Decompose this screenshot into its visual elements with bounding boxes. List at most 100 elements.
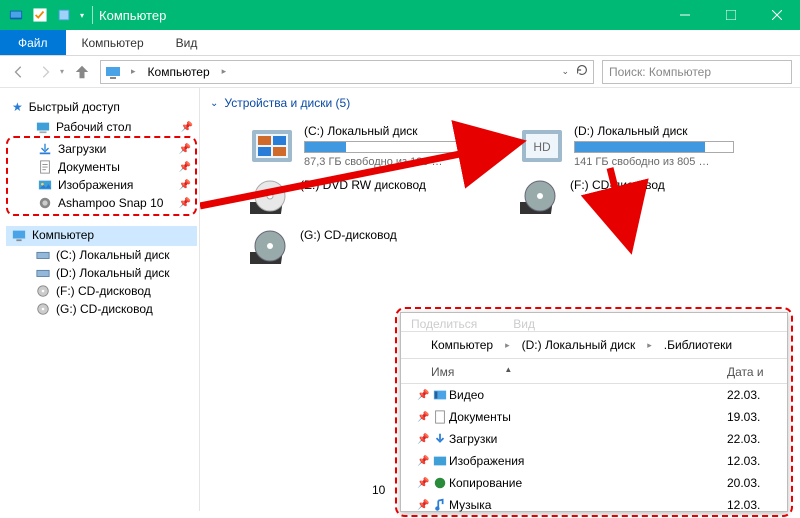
maximize-button[interactable]: [708, 0, 754, 30]
sidebar-item-label: Рабочий стол: [56, 120, 131, 134]
address-dropdown-icon[interactable]: ⌄: [561, 66, 569, 77]
capacity-bar: [574, 141, 734, 153]
pin-icon: 📌: [417, 434, 431, 445]
back-button[interactable]: [8, 61, 30, 83]
minimize-button[interactable]: [662, 0, 708, 30]
sidebar-item-label: (C:) Локальный диск: [56, 248, 170, 262]
qat-checkbox-icon[interactable]: [32, 7, 48, 23]
inset-window: Поделиться Вид Компьютер ▸ (D:) Локальны…: [400, 312, 788, 512]
breadcrumb-part[interactable]: Компьютер: [431, 338, 493, 352]
section-header[interactable]: ⌄ Устройства и диски (5): [208, 96, 800, 110]
disc-icon: [36, 302, 50, 316]
pin-icon: 📌: [181, 122, 193, 133]
star-icon: ★: [12, 100, 23, 114]
qat-properties-icon[interactable]: [56, 7, 72, 23]
computer-icon: [105, 64, 121, 80]
item-date: 12.03.: [727, 454, 777, 468]
up-button[interactable]: [72, 62, 92, 82]
drive-d[interactable]: HD (D:) Локальный диск 141 ГБ свободно и…: [520, 124, 750, 168]
drive-title: (D:) Локальный диск: [574, 124, 734, 138]
titlebar: ▾ Компьютер: [0, 0, 800, 30]
history-dropdown-icon[interactable]: ▾: [60, 67, 64, 76]
picture-icon: [38, 178, 52, 192]
sidebar-item-label: (F:) CD-дисковод: [56, 284, 151, 298]
forward-button[interactable]: [34, 61, 56, 83]
breadcrumb-part[interactable]: .Библиотеки: [664, 338, 732, 352]
sidebar-item-drive-d[interactable]: (D:) Локальный диск: [6, 264, 197, 282]
folder-icon: [431, 476, 449, 490]
drive-e[interactable]: (E:) DVD RW дисковод: [250, 178, 480, 218]
ribbon-tab-view[interactable]: Вид: [160, 30, 214, 55]
list-item[interactable]: 📌Загрузки22.03.: [417, 428, 777, 450]
sidebar-item-label: (D:) Локальный диск: [56, 266, 170, 280]
list-item[interactable]: 📌 Документы19.03.: [417, 406, 777, 428]
refresh-icon[interactable]: [575, 63, 589, 80]
sidebar-computer[interactable]: Компьютер: [6, 226, 197, 246]
sidebar-item-ashampoo[interactable]: Ashampoo Snap 10 📌: [8, 194, 195, 212]
document-icon: [38, 160, 52, 174]
sidebar-item-desktop[interactable]: Рабочий стол 📌: [6, 118, 197, 136]
col-name[interactable]: Имя: [431, 365, 454, 379]
video-icon: [431, 388, 449, 402]
drive-title: (C:) Локальный диск: [304, 124, 464, 138]
navigation-pane: ★ Быстрый доступ Рабочий стол 📌 Загрузки…: [0, 88, 200, 511]
pin-icon: 📌: [179, 198, 191, 209]
sidebar-item-label: Ashampoo Snap 10: [58, 196, 163, 210]
item-date: 20.03.: [727, 476, 777, 490]
list-item[interactable]: 📌Видео22.03.: [417, 384, 777, 406]
column-headers[interactable]: Имя ▲ Дата и: [401, 359, 787, 383]
sidebar-item-drive-c[interactable]: (C:) Локальный диск: [6, 246, 197, 264]
search-input[interactable]: Поиск: Компьютер: [602, 60, 792, 84]
item-date: 19.03.: [727, 410, 777, 424]
music-icon: [431, 498, 449, 512]
chevron-right-icon[interactable]: ▸: [125, 66, 142, 77]
quick-access-label: Быстрый доступ: [29, 100, 120, 114]
document-icon: [431, 410, 449, 424]
item-name: Загрузки: [449, 432, 727, 446]
col-date[interactable]: Дата и: [727, 365, 787, 379]
sidebar-item-downloads[interactable]: Загрузки 📌: [8, 140, 195, 158]
pin-icon: 📌: [417, 500, 431, 511]
sidebar-item-pictures[interactable]: Изображения 📌: [8, 176, 195, 194]
drive-icon: [36, 266, 50, 280]
breadcrumb-computer[interactable]: Компьютер: [146, 65, 212, 79]
sort-asc-icon: ▲: [504, 365, 512, 379]
close-button[interactable]: [754, 0, 800, 30]
sidebar-item-drive-g[interactable]: (G:) CD-дисковод: [6, 300, 197, 318]
inset-ghost-tab: Поделиться: [411, 317, 477, 331]
drive-g[interactable]: (G:) CD-дисковод: [250, 228, 480, 268]
qat-dropdown-icon[interactable]: ▾: [80, 11, 84, 20]
sidebar-item-drive-f[interactable]: (F:) CD-дисковод: [6, 282, 197, 300]
address-bar[interactable]: ▸ Компьютер ▸ ⌄: [100, 60, 594, 84]
ribbon-tab-computer[interactable]: Компьютер: [66, 30, 160, 55]
drive-icon: [250, 124, 294, 168]
drive-c[interactable]: (C:) Локальный диск 87,3 ГБ свободно из …: [250, 124, 480, 168]
address-bar-row: ▾ ▸ Компьютер ▸ ⌄ Поиск: Компьютер: [0, 56, 800, 88]
sidebar-quick-access[interactable]: ★ Быстрый доступ: [6, 98, 197, 118]
drive-subtitle: 141 ГБ свободно из 805 …: [574, 156, 734, 168]
sidebar-item-documents[interactable]: Документы 📌: [8, 158, 195, 176]
drive-icon: [36, 248, 50, 262]
drive-icon: HD: [520, 124, 564, 168]
item-name: Документы: [449, 410, 727, 424]
drive-f[interactable]: (F:) CD-дисковод: [520, 178, 750, 218]
capacity-bar: [304, 141, 464, 153]
window-title: Компьютер: [99, 8, 166, 23]
inset-ghost-tab: Вид: [513, 317, 535, 331]
chevron-right-icon[interactable]: ▸: [216, 66, 233, 77]
inset-breadcrumb[interactable]: Компьютер ▸ (D:) Локальный диск ▸ .Библи…: [401, 332, 787, 358]
breadcrumb-part[interactable]: (D:) Локальный диск: [522, 338, 636, 352]
ribbon-file-tab[interactable]: Файл: [0, 30, 66, 55]
list-item[interactable]: 📌Изображения12.03.: [417, 450, 777, 472]
pin-icon: 📌: [417, 390, 431, 401]
list-item[interactable]: 📌 Музыка12.03.: [417, 494, 777, 516]
pin-icon: 📌: [417, 412, 431, 423]
pin-icon: 📌: [417, 456, 431, 467]
drive-title: (E:) DVD RW дисковод: [300, 178, 426, 192]
picture-icon: [431, 454, 449, 468]
list-item[interactable]: 📌Копирование20.03.: [417, 472, 777, 494]
computer-label: Компьютер: [32, 228, 94, 242]
pin-icon: 📌: [179, 144, 191, 155]
item-date: 12.03.: [727, 498, 777, 512]
item-name: Музыка: [449, 498, 727, 512]
